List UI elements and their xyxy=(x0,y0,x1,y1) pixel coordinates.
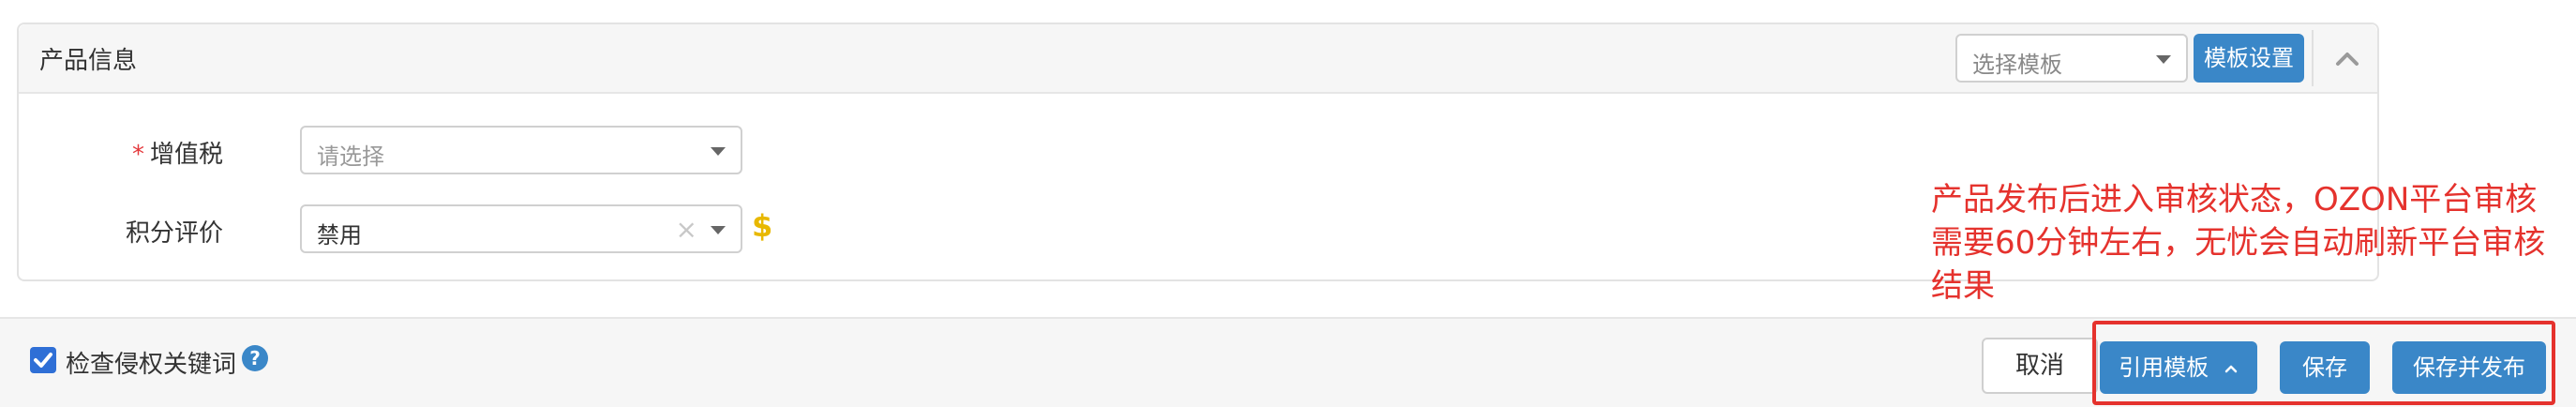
page: 产品信息 选择模板 模板设置 * 增值税 请选择 积分评价 禁用 × $ 产品发… xyxy=(0,0,2576,407)
required-mark: * xyxy=(131,141,144,169)
annotation-line: 结果 xyxy=(1931,267,1995,305)
chevron-down-icon xyxy=(2156,55,2171,64)
footer-bar: 检查侵权关键词 ? 取消 引用模板 保存 保存并发布 xyxy=(0,317,2576,407)
chevron-down-icon xyxy=(711,147,726,156)
panel-header: 产品信息 选择模板 模板设置 xyxy=(19,24,2377,94)
check-infringement-label[interactable]: 检查侵权关键词 xyxy=(66,345,236,380)
template-select-placeholder: 选择模板 xyxy=(1972,52,2062,78)
template-select[interactable]: 选择模板 xyxy=(1955,34,2188,83)
save-and-publish-button[interactable]: 保存并发布 xyxy=(2392,341,2546,394)
question-circle-icon[interactable]: ? xyxy=(242,345,268,371)
chevron-up-icon[interactable] xyxy=(2334,47,2360,69)
points-review-select[interactable]: 禁用 × xyxy=(300,204,742,253)
vat-label: 增值税 xyxy=(149,141,223,169)
chevron-down-icon xyxy=(711,226,726,234)
use-template-label: 引用模板 xyxy=(2119,354,2209,381)
clear-icon[interactable]: × xyxy=(676,214,697,245)
dollar-icon[interactable]: $ xyxy=(752,208,772,244)
panel-title: 产品信息 xyxy=(39,47,138,75)
check-icon xyxy=(34,353,52,368)
template-settings-button[interactable]: 模板设置 xyxy=(2194,34,2304,83)
vat-select[interactable]: 请选择 xyxy=(300,126,742,174)
chevron-up-icon xyxy=(2224,365,2238,373)
points-review-value: 禁用 xyxy=(317,222,362,249)
vat-label-wrap: * 增值税 xyxy=(54,135,223,170)
check-infringement-checkbox[interactable] xyxy=(30,347,56,373)
cancel-button[interactable]: 取消 xyxy=(1982,338,2098,394)
annotation-line: 产品发布后进入审核状态，OZON平台审核 xyxy=(1931,181,2538,219)
header-divider xyxy=(2312,30,2314,86)
points-review-label: 积分评价 xyxy=(125,219,223,248)
annotation-note: 产品发布后进入审核状态，OZON平台审核 需要60分钟左右，无忧会自动刷新平台审… xyxy=(1931,178,2569,308)
annotation-line: 需要60分钟左右，无忧会自动刷新平台审核 xyxy=(1931,224,2546,262)
points-review-label-wrap: 积分评价 xyxy=(54,214,223,249)
use-template-button[interactable]: 引用模板 xyxy=(2100,341,2257,394)
save-button[interactable]: 保存 xyxy=(2280,341,2370,394)
vat-select-placeholder: 请选择 xyxy=(317,143,384,170)
